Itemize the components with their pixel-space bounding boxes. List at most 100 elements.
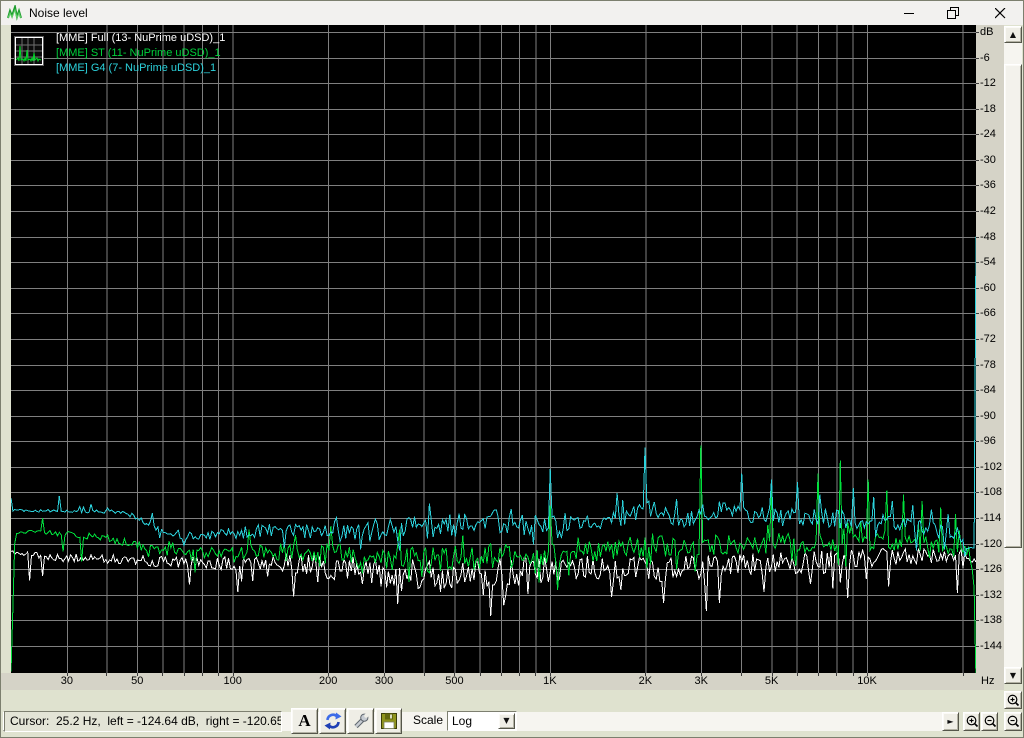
y-tick-label: -42 xyxy=(980,205,996,218)
axis-tick xyxy=(976,32,979,33)
noise-spectrum-plot[interactable]: [MME] Full (13- NuPrime uDSD)_1 [MME] ST… xyxy=(11,25,976,673)
axis-tick xyxy=(218,673,219,676)
axis-tick xyxy=(976,544,979,545)
x-tick-label: 5K xyxy=(764,675,779,687)
zoom-in-vertical-button[interactable] xyxy=(1004,691,1022,709)
noise-level-window: Noise level [MME] Full (13- NuPrime uDSD… xyxy=(0,0,1024,738)
scale-dropdown-value: Log xyxy=(452,714,473,728)
axis-tick xyxy=(853,673,854,676)
refresh-button[interactable] xyxy=(319,708,346,734)
y-tick-label: -114 xyxy=(980,512,1002,525)
legend-item: [MME] G4 (7- NuPrime uDSD)_1 xyxy=(56,62,217,74)
axis-tick xyxy=(976,211,979,212)
axis-tick xyxy=(519,673,520,676)
y-tick-label: -72 xyxy=(980,332,996,345)
y-tick-label: -90 xyxy=(980,409,996,422)
minimize-icon xyxy=(903,12,914,14)
axis-tick xyxy=(976,58,979,59)
x-tick-label: 10K xyxy=(857,675,877,687)
y-tick-label: dB xyxy=(980,26,994,38)
font-button[interactable]: A xyxy=(291,708,318,734)
magnifier-minus-icon xyxy=(984,715,996,728)
axis-tick xyxy=(797,673,798,676)
restore-icon xyxy=(947,7,959,19)
minimize-button[interactable] xyxy=(891,1,927,25)
magnifier-minus-icon xyxy=(1007,715,1020,728)
scroll-up-button[interactable]: ▲ xyxy=(1004,26,1022,43)
noise-spectrum-chart xyxy=(11,25,976,673)
axis-tick xyxy=(202,673,203,676)
x-tick-label: 500 xyxy=(445,675,464,687)
spectrum-mode-button[interactable] xyxy=(14,36,44,66)
y-tick-label: -6 xyxy=(980,51,990,64)
zoom-in-horizontal-button[interactable] xyxy=(963,712,980,731)
close-icon xyxy=(994,7,1005,18)
scale-label: Scale xyxy=(413,713,444,727)
axis-tick xyxy=(976,83,979,84)
settings-button[interactable] xyxy=(347,708,374,734)
axis-tick xyxy=(976,134,979,135)
vertical-scroll-thumb[interactable] xyxy=(1004,64,1022,548)
save-button[interactable] xyxy=(375,708,402,734)
y-tick-label: -84 xyxy=(980,384,996,397)
y-tick-label: -36 xyxy=(980,179,996,192)
magnifier-plus-icon xyxy=(1007,694,1020,707)
window-content: [MME] Full (13- NuPrime uDSD)_1 [MME] ST… xyxy=(1,25,1023,737)
y-tick-label: -30 xyxy=(980,153,996,166)
axis-tick xyxy=(976,365,979,366)
y-tick-label: -60 xyxy=(980,281,996,294)
axis-tick xyxy=(162,673,163,676)
down-arrow-icon: ▼ xyxy=(1009,670,1017,680)
axis-tick xyxy=(976,109,979,110)
y-tick-label: -66 xyxy=(980,307,996,320)
axis-tick xyxy=(976,390,979,391)
y-tick-label: -48 xyxy=(980,230,996,243)
y-tick-label: -120 xyxy=(980,537,1003,550)
scroll-right-button[interactable]: ► xyxy=(942,712,959,731)
magnifier-plus-icon xyxy=(966,715,978,728)
x-tick-label: 50 xyxy=(131,675,144,687)
axis-tick xyxy=(976,339,979,340)
up-arrow-icon: ▲ xyxy=(1009,29,1017,39)
axis-tick xyxy=(976,569,979,570)
vertical-scrollbar[interactable]: ▲ ▼ xyxy=(1004,26,1022,684)
zoom-out-horizontal-button[interactable] xyxy=(981,712,998,731)
spectrum-icon xyxy=(15,38,42,64)
y-tick-label: -54 xyxy=(980,256,996,269)
axis-tick xyxy=(976,416,979,417)
scale-dropdown[interactable]: Log ▼ xyxy=(447,711,517,731)
axis-tick xyxy=(963,673,964,676)
x-tick-label: 200 xyxy=(318,675,338,687)
dropdown-arrow-button[interactable]: ▼ xyxy=(498,713,515,729)
window-titlebar: Noise level xyxy=(1,1,1023,25)
axis-tick xyxy=(976,237,979,238)
axis-tick xyxy=(184,673,185,676)
y-tick-label: -126 xyxy=(980,563,1003,576)
axis-tick xyxy=(976,595,979,596)
y-tick-label: -78 xyxy=(980,358,996,371)
axis-tick xyxy=(818,673,819,676)
axis-tick xyxy=(106,673,107,676)
close-button[interactable] xyxy=(982,1,1018,25)
axis-tick xyxy=(976,518,979,519)
chevron-down-icon: ▼ xyxy=(503,716,510,725)
axis-tick xyxy=(976,185,979,186)
axis-tick xyxy=(480,673,481,676)
axis-tick xyxy=(976,313,979,314)
y-tick-label: -132 xyxy=(980,588,1003,601)
db-axis-strip: dB -6 -12 -18 -24 -30 -36 -42 -48 -54 -60 -66 -72 -78… xyxy=(976,25,1004,673)
x-tick-label: 30 xyxy=(60,675,73,687)
x-tick-label: 1K xyxy=(543,675,557,687)
y-tick-label: -144 xyxy=(980,639,1003,652)
axis-tick xyxy=(976,492,979,493)
y-tick-label: -24 xyxy=(980,128,996,141)
scroll-down-button[interactable]: ▼ xyxy=(1004,667,1022,684)
y-tick-label: -102 xyxy=(980,460,1003,473)
app-icon xyxy=(7,5,22,21)
x-tick-label: 100 xyxy=(223,675,242,687)
right-arrow-icon: ► xyxy=(947,716,954,726)
x-tick-label: 2K xyxy=(638,675,653,687)
maximize-button[interactable] xyxy=(935,1,971,25)
floppy-disk-icon xyxy=(380,713,397,729)
zoom-out-vertical-button[interactable] xyxy=(1004,712,1022,731)
